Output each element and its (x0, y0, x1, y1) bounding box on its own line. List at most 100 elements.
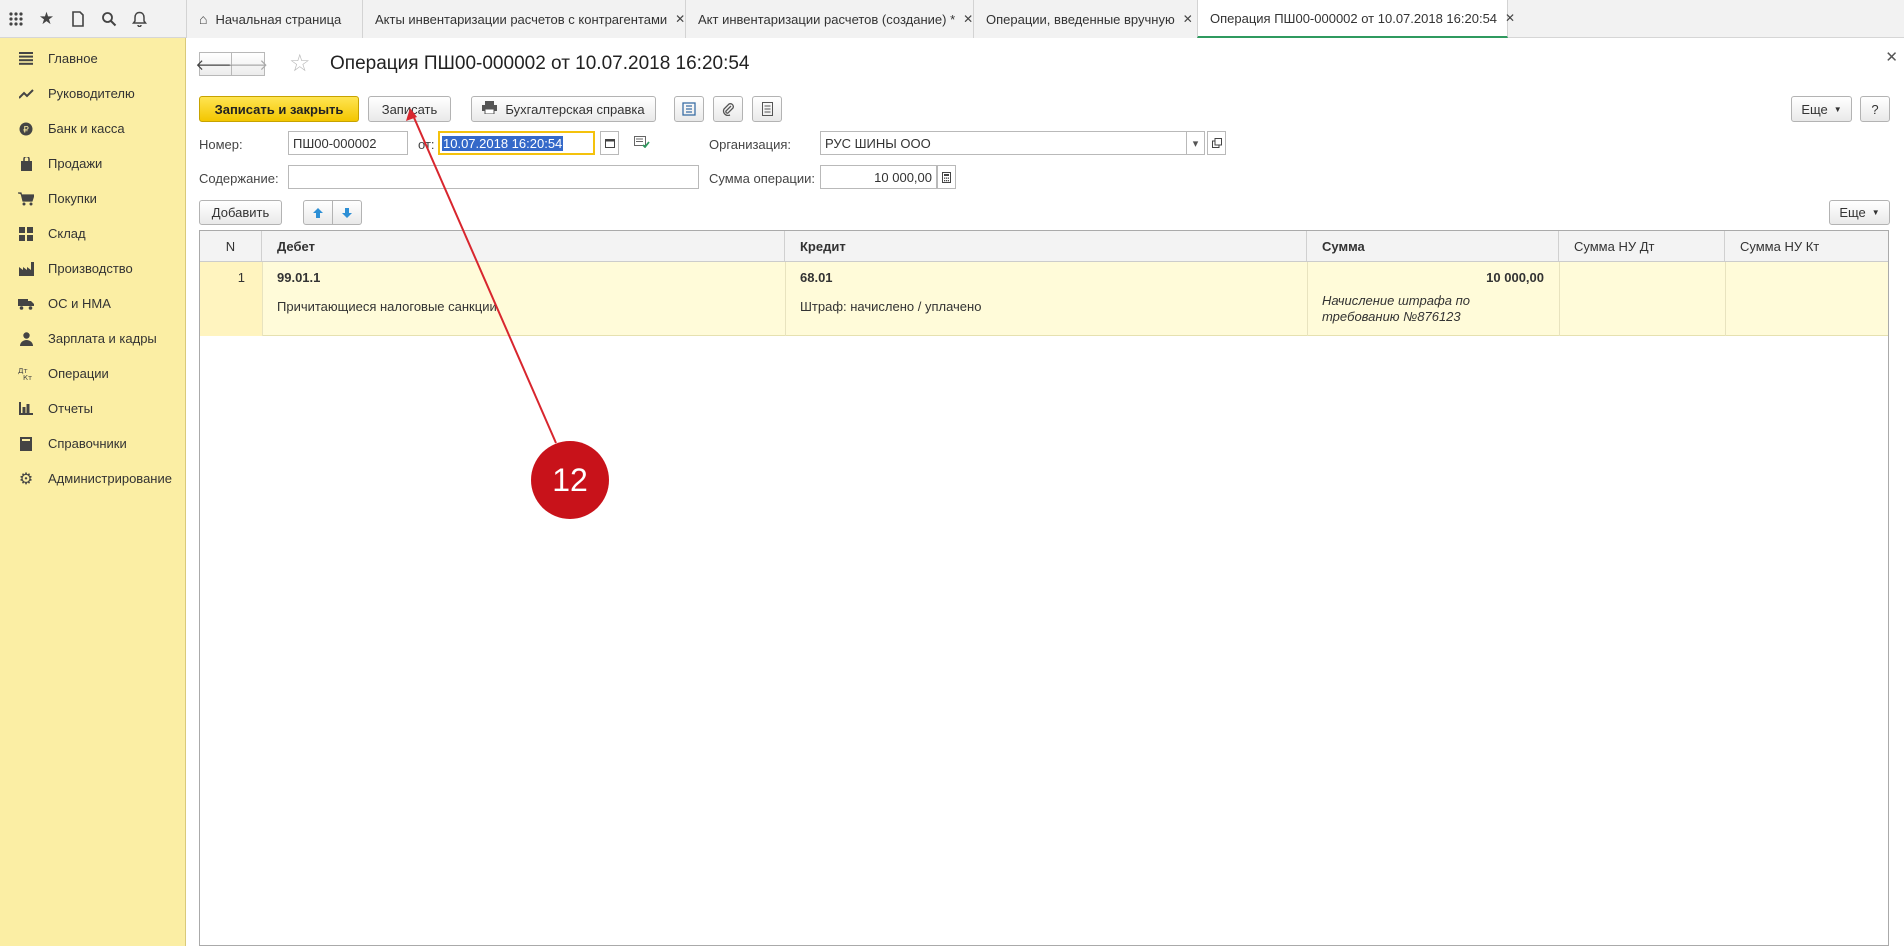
tab-home[interactable]: ⌂ Начальная страница (186, 0, 362, 38)
tab-manual-operations[interactable]: Операции, введенные вручную ✕ (973, 0, 1197, 38)
sidebar-item-purchases[interactable]: Покупки (0, 181, 185, 216)
tab-bar: ⌂ Начальная страница Акты инвентаризации… (186, 0, 1515, 38)
sidebar-item-main[interactable]: Главное (0, 41, 185, 76)
tab-label: Операции, введенные вручную (986, 11, 1175, 27)
dropdown-icon[interactable]: ▾ (1186, 131, 1205, 155)
col-sum[interactable]: Сумма (1307, 231, 1559, 261)
sidebar-item-label: ОС и НМА (48, 296, 111, 311)
history-icon[interactable] (62, 0, 93, 38)
col-n[interactable]: N (200, 231, 262, 261)
org-label: Организация: (709, 137, 792, 152)
table-more-button[interactable]: Еще ▼ (1829, 200, 1890, 225)
tab-inventory-act-create[interactable]: Акт инвентаризации расчетов (создание) *… (685, 0, 973, 38)
sidebar-item-label: Отчеты (48, 401, 93, 416)
sum-field[interactable]: 10 000,00 (820, 165, 937, 189)
move-down-icon[interactable] (332, 200, 362, 225)
sidebar-item-label: Администрирование (48, 471, 172, 486)
org-field[interactable]: РУС ШИНЫ ООО (820, 131, 1187, 155)
button-label: Бухгалтерская справка (505, 101, 645, 117)
sidebar-item-bank[interactable]: ₽ Банк и касса (0, 111, 185, 146)
sidebar-item-label: Главное (48, 51, 98, 66)
col-credit[interactable]: Кредит (785, 231, 1307, 261)
number-field[interactable]: ПШ00-000002 (288, 131, 408, 155)
favorite-star-icon[interactable]: ☆ (289, 49, 311, 78)
sidebar-item-warehouse[interactable]: Склад (0, 216, 185, 251)
tab-label: Акт инвентаризации расчетов (создание) * (698, 11, 956, 27)
more-button[interactable]: Еще ▼ (1791, 96, 1852, 122)
col-sum-nu-dt[interactable]: Сумма НУ Дт (1559, 231, 1725, 261)
svg-text:₽: ₽ (23, 125, 29, 135)
table-header: N Дебет Кредит Сумма Сумма НУ Дт Сумма Н… (200, 231, 1888, 262)
forward-arrow-icon[interactable]: 🡒 (228, 52, 268, 76)
sidebar-item-payroll[interactable]: Зарплата и кадры (0, 321, 185, 356)
credit-subconto: Штраф: начислено / уплачено (800, 299, 982, 314)
save-button[interactable]: Записать (368, 96, 451, 122)
person-icon (17, 331, 35, 346)
content-label: Содержание: (199, 171, 279, 186)
sidebar-item-operations[interactable]: Дт Кт Операции (0, 356, 185, 391)
apps-grid-icon[interactable] (0, 0, 31, 38)
tab-inventory-acts[interactable]: Акты инвентаризации расчетов с контраген… (362, 0, 685, 38)
close-icon[interactable]: ✕ (1885, 48, 1898, 66)
add-row-button[interactable]: Добавить (199, 200, 282, 225)
warehouse-grid-icon (17, 226, 35, 241)
trend-icon (17, 88, 35, 99)
open-link-icon[interactable] (1207, 131, 1226, 155)
close-tab-icon[interactable]: ✕ (1183, 12, 1193, 26)
date-label: от: (418, 137, 435, 152)
sidebar-item-reports[interactable]: Отчеты (0, 391, 185, 426)
move-up-icon[interactable] (303, 200, 333, 225)
date-field[interactable]: 10.07.2018 16:20:54 (438, 131, 595, 155)
sidebar-item-label: Операции (48, 366, 109, 381)
col-debit[interactable]: Дебет (262, 231, 785, 261)
help-button[interactable]: ? (1860, 96, 1890, 122)
cart-icon (17, 191, 35, 206)
bell-icon[interactable] (124, 0, 155, 38)
top-icons: ★ (0, 0, 186, 38)
tab-label: Акты инвентаризации расчетов с контраген… (375, 11, 668, 27)
save-close-button[interactable]: Записать и закрыть (199, 96, 359, 122)
printer-icon (482, 101, 498, 117)
top-bar: ★ ⌂ Начальная страница Акты инвентаризац… (0, 0, 1904, 38)
bar-chart-icon (17, 402, 35, 415)
sidebar-item-manager[interactable]: Руководителю (0, 76, 185, 111)
annotation-marker: 12 (531, 441, 609, 519)
menu-lines-icon (17, 52, 35, 65)
sidebar-item-directories[interactable]: Справочники (0, 426, 185, 461)
home-icon: ⌂ (199, 11, 208, 27)
close-tab-icon[interactable]: ✕ (675, 12, 685, 26)
approve-date-icon[interactable] (634, 136, 650, 151)
button-label: Еще (1801, 101, 1828, 117)
column-divider (785, 262, 786, 336)
ruble-coin-icon: ₽ (17, 122, 35, 136)
sidebar-item-label: Зарплата и кадры (48, 331, 157, 346)
tab-operation-active[interactable]: Операция ПШ00-000002 от 10.07.2018 16:20… (1197, 0, 1515, 38)
search-icon[interactable] (93, 0, 124, 38)
date-value: 10.07.2018 16:20:54 (442, 135, 564, 151)
sidebar-item-assets[interactable]: ОС и НМА (0, 286, 185, 321)
sidebar-item-production[interactable]: Производство (0, 251, 185, 286)
structure-icon[interactable] (674, 96, 704, 122)
book-icon (17, 436, 35, 451)
sidebar-item-administration[interactable]: ⚙ Администрирование (0, 461, 185, 496)
accounting-report-button[interactable]: Бухгалтерская справка (471, 96, 656, 122)
sidebar-item-sales[interactable]: Продажи (0, 146, 185, 181)
entries-table[interactable]: N Дебет Кредит Сумма Сумма НУ Дт Сумма Н… (199, 230, 1889, 946)
list-icon[interactable] (752, 96, 782, 122)
col-sum-nu-kt[interactable]: Сумма НУ Кт (1725, 231, 1890, 261)
svg-text:Кт: Кт (23, 374, 32, 381)
page-title: Операция ПШ00-000002 от 10.07.2018 16:20… (330, 53, 750, 74)
calculator-icon[interactable] (937, 165, 956, 189)
table-row[interactable]: 1 99.01.1 Причитающиеся налоговые санкци… (200, 262, 1888, 336)
favorites-star-icon[interactable]: ★ (31, 0, 62, 38)
calendar-icon[interactable] (600, 131, 619, 155)
close-tab-icon[interactable]: ✕ (1505, 11, 1515, 25)
column-divider (262, 262, 263, 336)
sidebar-item-label: Покупки (48, 191, 97, 206)
content-field[interactable] (288, 165, 699, 189)
row-number: 1 (237, 270, 245, 285)
truck-icon (17, 298, 35, 310)
sidebar-item-label: Производство (48, 261, 133, 276)
close-tab-icon[interactable]: ✕ (963, 12, 973, 26)
attachment-icon[interactable] (713, 96, 743, 122)
